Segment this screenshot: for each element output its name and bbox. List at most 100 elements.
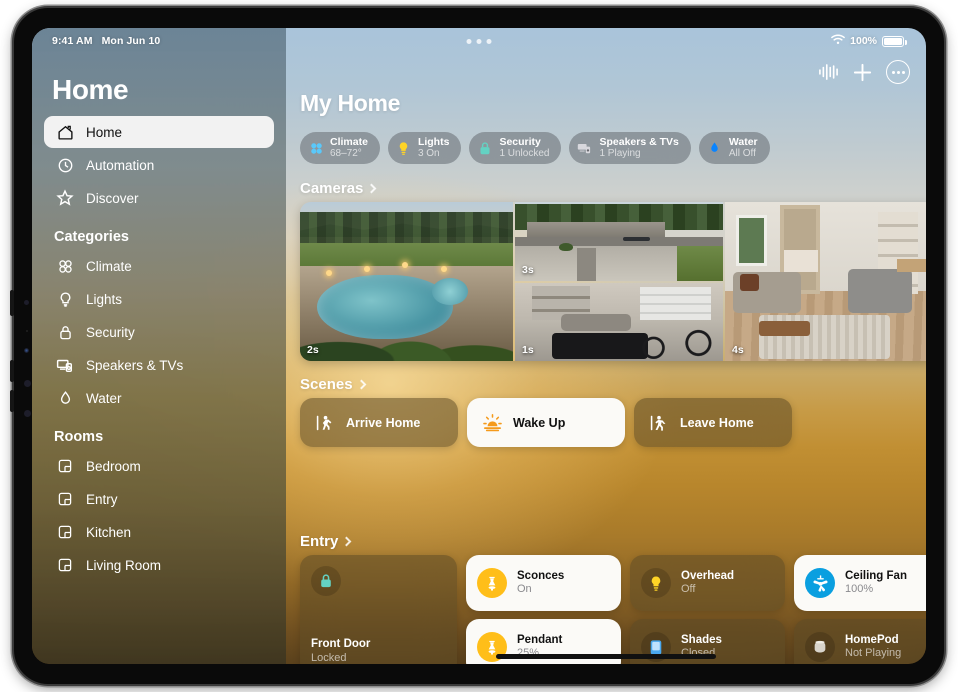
chevron-right-icon bbox=[366, 183, 377, 193]
scenes-label: Scenes bbox=[300, 376, 353, 393]
accessory-name: Front Door bbox=[311, 638, 371, 651]
volume-down-button[interactable] bbox=[10, 390, 14, 412]
camera-tile-driveway[interactable]: 3s bbox=[515, 202, 723, 281]
sidebar-section-rooms: Rooms bbox=[54, 429, 104, 445]
power-button[interactable] bbox=[10, 290, 14, 316]
accessory-name: Shades bbox=[681, 633, 722, 646]
scenes-section-header[interactable]: Scenes bbox=[300, 376, 366, 393]
sidebar-item-climate[interactable]: Climate bbox=[44, 250, 274, 282]
camera-tile-pool[interactable]: 2s bbox=[300, 202, 513, 361]
page-title: My Home bbox=[300, 90, 401, 116]
sidebar-item-home[interactable]: Home bbox=[44, 116, 274, 148]
entry-label: Entry bbox=[300, 533, 339, 550]
camera-timestamp: 4s bbox=[732, 344, 744, 356]
scene-label: Leave Home bbox=[680, 415, 754, 430]
sconce-icon bbox=[477, 568, 507, 598]
cameras-section-header[interactable]: Cameras bbox=[300, 180, 377, 197]
accessory-sconces[interactable]: Sconces On bbox=[466, 555, 621, 611]
water-drop-icon bbox=[707, 140, 723, 156]
sidebar-item-label: Entry bbox=[86, 491, 118, 507]
sidebar-item-label: Automation bbox=[86, 157, 155, 173]
scene-label: Arrive Home bbox=[346, 415, 421, 430]
main-content: My Home Climate 68–72° Lights 3 On Secur… bbox=[286, 28, 926, 664]
lightbulb-icon bbox=[641, 568, 671, 598]
status-time: 9:41 AM bbox=[52, 35, 93, 47]
water-drop-icon bbox=[54, 388, 76, 408]
accessory-homepod[interactable]: HomePod Not Playing bbox=[794, 619, 926, 664]
scene-label: Wake Up bbox=[513, 415, 566, 430]
camera-tile-living-room[interactable]: 4s bbox=[725, 202, 926, 361]
camera-timestamp: 3s bbox=[522, 263, 534, 276]
sidebar-item-label: Speakers & TVs bbox=[86, 357, 184, 373]
scene-wake-up[interactable]: Wake Up bbox=[467, 398, 625, 447]
sidebar-item-label: Climate bbox=[86, 258, 132, 274]
driveway-camera-feed bbox=[515, 202, 723, 281]
entry-accessories-grid: Front Door Locked Sconces On Overhead Of… bbox=[300, 555, 926, 664]
dot-2 bbox=[476, 38, 482, 44]
chip-status: All Off bbox=[728, 148, 756, 160]
accessory-name: Pendant bbox=[517, 633, 563, 646]
home-indicator[interactable] bbox=[496, 654, 716, 659]
sensor-lens-2 bbox=[24, 410, 31, 417]
status-chip-speakers-tvs[interactable]: Speakers & TVs 1 Playing bbox=[569, 132, 691, 164]
sidebar-item-security[interactable]: Security bbox=[44, 316, 274, 348]
microphone bbox=[26, 330, 28, 332]
status-chip-security[interactable]: Security 1 Unlocked bbox=[469, 132, 562, 164]
sidebar-item-automation[interactable]: Automation bbox=[44, 149, 274, 181]
battery-icon bbox=[882, 35, 907, 47]
accessory-status: 100% bbox=[845, 583, 874, 596]
chevron-right-icon bbox=[341, 536, 352, 546]
multitasking-dots[interactable] bbox=[466, 38, 492, 44]
accessory-status: Locked bbox=[311, 651, 347, 664]
sidebar-section-categories: Categories bbox=[54, 229, 129, 245]
sidebar-item-speakers-tvs[interactable]: Speakers & TVs bbox=[44, 349, 274, 381]
speaker-tv-icon bbox=[577, 140, 593, 156]
sensor-lens bbox=[24, 380, 31, 387]
sidebar-item-lights[interactable]: Lights bbox=[44, 283, 274, 315]
waveform-icon[interactable] bbox=[818, 63, 839, 81]
chip-status: 1 Playing bbox=[599, 148, 641, 160]
status-chip-lights[interactable]: Lights 3 On bbox=[387, 132, 462, 164]
sidebar-item-kitchen[interactable]: Kitchen bbox=[44, 516, 274, 548]
plus-icon[interactable] bbox=[852, 62, 873, 83]
sidebar-item-label: Lights bbox=[86, 291, 123, 307]
accessory-front-door[interactable]: Front Door Locked bbox=[300, 555, 457, 664]
accessory-status: On bbox=[517, 583, 532, 596]
ipad-device: 9:41 AM Mon Jun 10 100% Home Home Automa… bbox=[10, 5, 947, 687]
dot-3 bbox=[486, 38, 492, 44]
ellipsis-circle-icon[interactable] bbox=[886, 60, 910, 84]
sidebar-item-living-room[interactable]: Living Room bbox=[44, 549, 274, 581]
volume-up-button[interactable] bbox=[10, 360, 14, 382]
ceiling-fan-icon bbox=[805, 568, 835, 598]
sidebar-item-discover[interactable]: Discover bbox=[44, 182, 274, 214]
lock-icon bbox=[311, 566, 341, 596]
sidebar-item-label: Security bbox=[86, 324, 135, 340]
lock-icon bbox=[477, 140, 493, 156]
status-chip-water[interactable]: Water All Off bbox=[698, 132, 770, 164]
accessory-status: Off bbox=[681, 583, 696, 596]
sensor-dot bbox=[24, 348, 29, 353]
entry-section-header[interactable]: Entry bbox=[300, 533, 352, 550]
accessory-ceiling-fan[interactable]: Ceiling Fan 100% bbox=[794, 555, 926, 611]
sidebar-item-water[interactable]: Water bbox=[44, 382, 274, 414]
sidebar-title: Home bbox=[52, 74, 129, 105]
lightbulb-icon bbox=[396, 140, 412, 156]
sidebar-item-label: Kitchen bbox=[86, 524, 132, 540]
accessory-overhead[interactable]: Overhead Off bbox=[630, 555, 785, 611]
accessory-name: Sconces bbox=[517, 569, 565, 582]
room-icon bbox=[54, 555, 76, 575]
camera-tile-garage[interactable]: 1s bbox=[515, 282, 723, 361]
battery-percent: 100% bbox=[850, 35, 877, 47]
scene-arrive-home[interactable]: Arrive Home bbox=[300, 398, 458, 447]
homepod-icon bbox=[805, 632, 835, 662]
status-chip-row: Climate 68–72° Lights 3 On Security 1 Un… bbox=[300, 132, 770, 164]
scene-leave-home[interactable]: Leave Home bbox=[634, 398, 792, 447]
camera-timestamp: 1s bbox=[522, 344, 534, 356]
status-chip-climate[interactable]: Climate 68–72° bbox=[300, 132, 380, 164]
sidebar-item-bedroom[interactable]: Bedroom bbox=[44, 450, 274, 482]
accessory-name: HomePod bbox=[845, 633, 899, 646]
wifi-icon bbox=[831, 34, 846, 48]
status-bar-left: 9:41 AM Mon Jun 10 bbox=[52, 35, 160, 47]
sidebar-item-entry[interactable]: Entry bbox=[44, 483, 274, 515]
accessory-status: Not Playing bbox=[845, 647, 902, 660]
